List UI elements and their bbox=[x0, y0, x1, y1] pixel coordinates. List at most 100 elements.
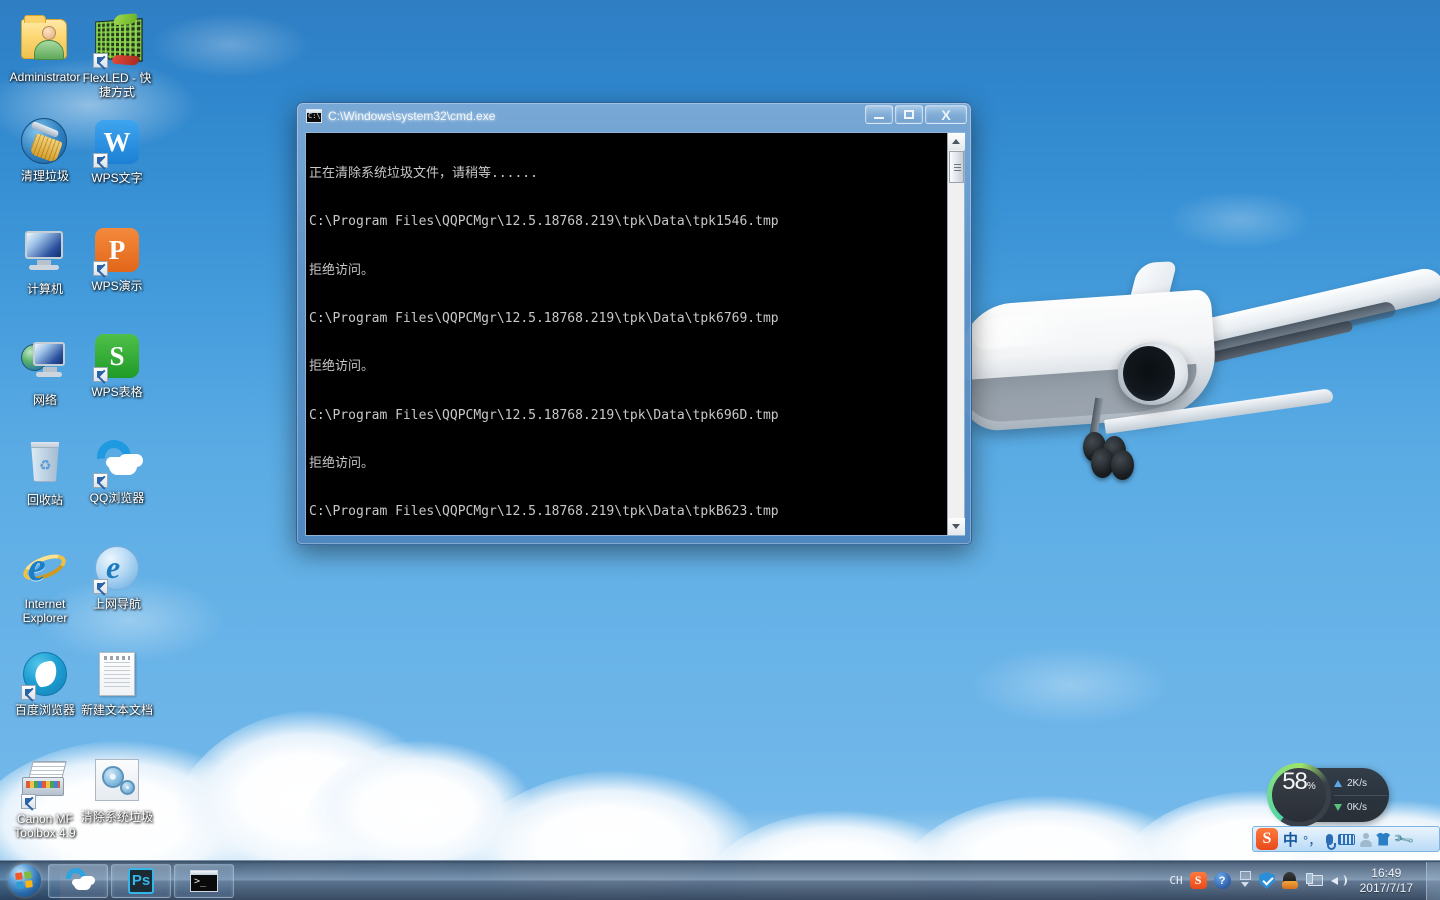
cpu-usage-unit: % bbox=[1307, 781, 1316, 792]
taskbar[interactable]: Ps CH S ? bbox=[0, 860, 1440, 900]
recycle-bin-icon: ♻ bbox=[21, 442, 69, 490]
wps-presentation-icon: P bbox=[93, 228, 141, 276]
keyboard-icon bbox=[1338, 834, 1355, 845]
desktop-icon-new-text-document[interactable]: 新建文本文档 bbox=[80, 650, 154, 717]
network-tray-button[interactable] bbox=[1306, 873, 1323, 888]
soft-keyboard-button[interactable] bbox=[1338, 834, 1355, 845]
volume-tray-button[interactable] bbox=[1330, 873, 1347, 889]
cmd-console-icon bbox=[306, 109, 322, 123]
person-icon bbox=[1360, 833, 1371, 846]
scroll-up-button[interactable] bbox=[948, 133, 965, 150]
clock-date: 2017/7/17 bbox=[1360, 881, 1413, 896]
cmd-console-client[interactable]: 正在清除系统垃圾文件，请稍等...... C:\Program Files\QQ… bbox=[305, 132, 965, 536]
system-cleanup-gear-icon bbox=[93, 759, 141, 807]
user-folder-icon bbox=[21, 19, 69, 67]
scrollbar-thumb[interactable] bbox=[949, 151, 964, 183]
wps-spreadsheet-icon: S bbox=[93, 334, 141, 382]
shortcut-arrow-icon bbox=[21, 685, 36, 700]
desktop-icon-baidu-browser[interactable]: 百度浏览器 bbox=[8, 650, 82, 717]
desktop-icon-wps-spreadsheet[interactable]: S WPS表格 bbox=[80, 332, 154, 399]
settings-button[interactable]: 🔧 bbox=[1392, 827, 1416, 851]
start-button[interactable] bbox=[0, 862, 48, 900]
cmd-output-text: 正在清除系统垃圾文件，请稍等...... C:\Program Files\QQ… bbox=[306, 133, 947, 535]
desktop-icon-wps-writer[interactable]: W WPS文字 bbox=[80, 118, 154, 185]
canon-toolbox-icon bbox=[21, 761, 69, 809]
baidu-browser-icon bbox=[21, 652, 69, 700]
sogou-ime-toolbar[interactable]: S 中 °， 🔧 bbox=[1252, 826, 1440, 852]
scroll-down-button[interactable] bbox=[948, 518, 965, 535]
desktop-icon-internet-explorer[interactable]: e Internet Explorer bbox=[8, 544, 82, 625]
desktop-icon-wps-presentation[interactable]: P WPS演示 bbox=[80, 226, 154, 293]
shortcut-arrow-icon bbox=[93, 367, 108, 382]
maximize-button[interactable] bbox=[895, 105, 923, 124]
input-language-indicator[interactable]: CH bbox=[1169, 874, 1182, 887]
network-speed-widget[interactable]: 58 % 2K/s 0K/s bbox=[1272, 768, 1389, 822]
ime-mode-toggle[interactable]: 中 bbox=[1283, 829, 1298, 850]
desktop-icon-computer[interactable]: 计算机 bbox=[8, 226, 82, 296]
icon-label: 网络 bbox=[8, 393, 82, 407]
shortcut-arrow-icon bbox=[93, 153, 108, 168]
internet-explorer-icon: e bbox=[21, 546, 69, 594]
cmd-line: C:\Program Files\QQPCMgr\12.5.18768.219\… bbox=[309, 311, 947, 327]
cmd-title-bar[interactable]: C:\Windows\system32\cmd.exe X bbox=[297, 103, 971, 129]
icon-label: 百度浏览器 bbox=[8, 703, 82, 717]
icon-label: 上网导航 bbox=[80, 597, 154, 611]
cmd-window[interactable]: C:\Windows\system32\cmd.exe X 正在清除系统垃圾文件… bbox=[296, 102, 972, 545]
desktop-icon-web-navigation[interactable]: e 上网导航 bbox=[80, 544, 154, 611]
sogou-logo-icon[interactable]: S bbox=[1256, 828, 1278, 850]
desktop-icon-administrator[interactable]: Administrator bbox=[8, 14, 82, 84]
cloud-wisp bbox=[930, 630, 1210, 740]
question-mark-icon: ? bbox=[1214, 872, 1231, 889]
sogou-tray-button[interactable]: S bbox=[1190, 872, 1207, 889]
user-account-button[interactable] bbox=[1360, 833, 1371, 846]
desktop-icon-clean-junk[interactable]: 清理垃圾 bbox=[8, 118, 82, 183]
minimize-button[interactable] bbox=[865, 105, 893, 124]
voice-input-button[interactable] bbox=[1326, 834, 1333, 845]
icon-label: WPS演示 bbox=[80, 279, 154, 293]
taskbar-button-photoshop[interactable]: Ps bbox=[111, 864, 171, 898]
windows-logo-icon bbox=[8, 864, 41, 897]
desktop-icon-canon-mf-toolbox[interactable]: Canon MF Toolbox 4.9 bbox=[8, 756, 82, 840]
system-tray[interactable]: CH S ? 16:49 2017/7/17 bbox=[1161, 861, 1440, 900]
cmd-console-icon bbox=[190, 870, 218, 892]
security-tray-button[interactable] bbox=[1259, 872, 1275, 889]
taskbar-button-qq-browser[interactable] bbox=[48, 864, 108, 898]
icon-label: 新建文本文档 bbox=[80, 703, 154, 717]
shield-icon bbox=[1259, 872, 1275, 889]
network-icon bbox=[21, 342, 69, 390]
help-tray-button[interactable]: ? bbox=[1214, 872, 1231, 889]
cmd-vertical-scrollbar[interactable] bbox=[947, 133, 964, 535]
cmd-line: 拒绝访问。 bbox=[309, 359, 947, 375]
shortcut-arrow-icon bbox=[93, 473, 108, 488]
desktop[interactable]: Administrator FlexLED - 快捷方式 清理垃圾 W WPS文… bbox=[0, 0, 1440, 900]
icon-label: Internet Explorer bbox=[8, 597, 82, 625]
qq-tray-button[interactable] bbox=[1282, 871, 1299, 890]
icon-label: 清除系统垃圾 bbox=[80, 810, 154, 824]
desktop-icon-flexled[interactable]: FlexLED - 快捷方式 bbox=[80, 14, 154, 99]
cpu-usage-dial[interactable]: 58 % bbox=[1267, 763, 1331, 827]
shortcut-arrow-icon bbox=[93, 579, 108, 594]
close-button[interactable]: X bbox=[925, 105, 967, 124]
skin-button[interactable] bbox=[1376, 833, 1390, 846]
chevron-down-icon bbox=[952, 524, 960, 529]
clock-time: 16:49 bbox=[1360, 866, 1413, 881]
clock[interactable]: 16:49 2017/7/17 bbox=[1354, 866, 1419, 896]
show-hidden-icons-button[interactable] bbox=[1238, 869, 1252, 893]
ime-punctuation-toggle[interactable]: °， bbox=[1303, 830, 1321, 849]
cmd-line: C:\Program Files\QQPCMgr\12.5.18768.219\… bbox=[309, 408, 947, 424]
taskbar-button-cmd[interactable] bbox=[174, 864, 234, 898]
desktop-icon-recycle-bin[interactable]: ♻ 回收站 bbox=[8, 438, 82, 507]
desktop-icon-network[interactable]: 网络 bbox=[8, 332, 82, 407]
icon-label: QQ浏览器 bbox=[80, 491, 154, 505]
desktop-icon-system-cleanup[interactable]: 清除系统垃圾 bbox=[80, 756, 154, 824]
upload-rate-value: 2K/s bbox=[1347, 778, 1367, 789]
desktop-icon-qq-browser[interactable]: QQ浏览器 bbox=[80, 438, 154, 505]
show-desktop-button[interactable] bbox=[1426, 862, 1440, 900]
icon-label: Administrator bbox=[8, 70, 82, 84]
cmd-line: C:\Program Files\QQPCMgr\12.5.18768.219\… bbox=[309, 504, 947, 520]
download-rate-row: 0K/s bbox=[1334, 795, 1388, 819]
network-rates: 2K/s 0K/s bbox=[1334, 771, 1388, 819]
network-icon bbox=[1306, 873, 1323, 888]
cmd-line: C:\Program Files\QQPCMgr\12.5.18768.219\… bbox=[309, 214, 947, 230]
window-controls: X bbox=[865, 105, 967, 124]
